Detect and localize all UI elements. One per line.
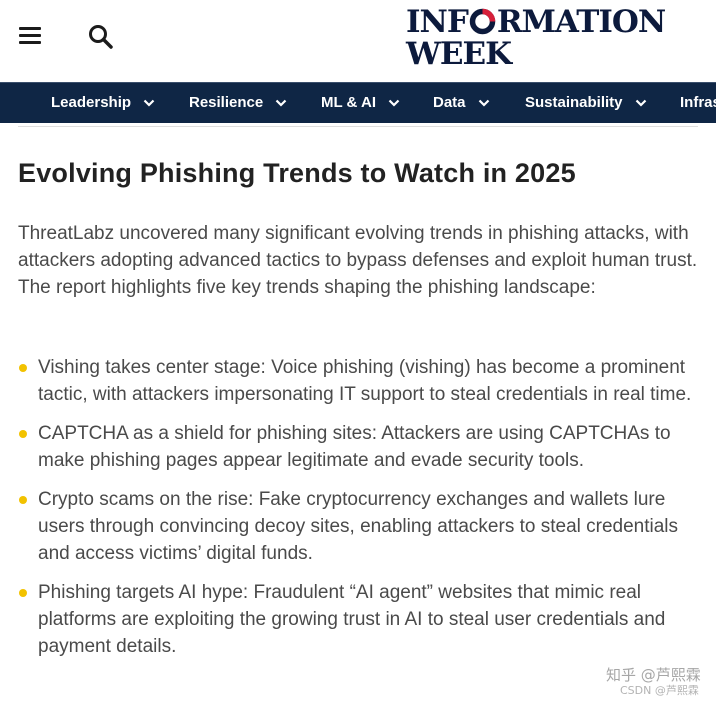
chevron-down-icon bbox=[478, 83, 490, 123]
nav-item-sustainability[interactable]: Sustainability bbox=[525, 83, 647, 123]
list-item: Vishing takes center stage: Voice phishi… bbox=[18, 354, 702, 408]
nav-item-label: ML & AI bbox=[321, 94, 376, 111]
chevron-down-icon bbox=[635, 83, 647, 123]
informationweek-logo[interactable]: INF RMATION WEEK bbox=[406, 6, 668, 72]
nav-item-leadership[interactable]: Leadership bbox=[51, 83, 155, 123]
page: INF RMATION WEEK Leadership Resilience M… bbox=[0, 0, 716, 701]
nav-item-resilience[interactable]: Resilience bbox=[189, 83, 287, 123]
site-header: INF RMATION WEEK bbox=[0, 0, 716, 82]
chevron-down-icon bbox=[388, 83, 400, 123]
chevron-down-icon bbox=[275, 83, 287, 123]
logo-line-2: WEEK bbox=[406, 36, 512, 72]
nav-item-label: Data bbox=[433, 94, 466, 111]
nav-item-label: Sustainability bbox=[525, 94, 623, 111]
article-intro: ThreatLabz uncovered many significant ev… bbox=[18, 223, 698, 298]
main-nav: Leadership Resilience ML & AI Data Susta… bbox=[0, 82, 716, 123]
nav-item-ml-ai[interactable]: ML & AI bbox=[321, 83, 400, 123]
list-item-text: Crypto scams on the rise: Fake cryptocur… bbox=[38, 489, 679, 564]
logo-o-icon bbox=[469, 8, 496, 35]
list-item: CAPTCHA as a shield for phishing sites: … bbox=[18, 420, 702, 474]
logo-line-1: INF RMATION bbox=[406, 4, 666, 40]
bullet-icon bbox=[19, 430, 27, 438]
list-item-text: CAPTCHA as a shield for phishing sites: … bbox=[38, 423, 671, 471]
nav-item-infrastructure[interactable]: Infras bbox=[680, 83, 716, 123]
list-item: Crypto scams on the rise: Fake cryptocur… bbox=[18, 486, 702, 567]
nav-item-label: Leadership bbox=[51, 94, 132, 111]
list-item-text: Phishing targets AI hype: Fraudulent “AI… bbox=[38, 582, 666, 657]
nav-item-label: Resilience bbox=[189, 94, 264, 111]
divider bbox=[18, 126, 698, 127]
hamburger-menu-icon[interactable] bbox=[16, 22, 46, 50]
chevron-down-icon bbox=[143, 83, 155, 123]
nav-item-label: Infras bbox=[680, 94, 716, 111]
bullet-icon bbox=[19, 364, 27, 372]
list-item-text: Vishing takes center stage: Voice phishi… bbox=[38, 357, 692, 405]
article-heading: Evolving Phishing Trends to Watch in 202… bbox=[18, 158, 576, 188]
bullet-icon bbox=[19, 589, 27, 597]
trend-list: Vishing takes center stage: Voice phishi… bbox=[18, 354, 702, 672]
bullet-icon bbox=[19, 496, 27, 504]
watermark-csdn: CSDN @芦熙霖 bbox=[620, 684, 699, 697]
nav-item-data[interactable]: Data bbox=[433, 83, 490, 123]
search-icon[interactable] bbox=[86, 22, 116, 52]
list-item: Phishing targets AI hype: Fraudulent “AI… bbox=[18, 579, 702, 660]
